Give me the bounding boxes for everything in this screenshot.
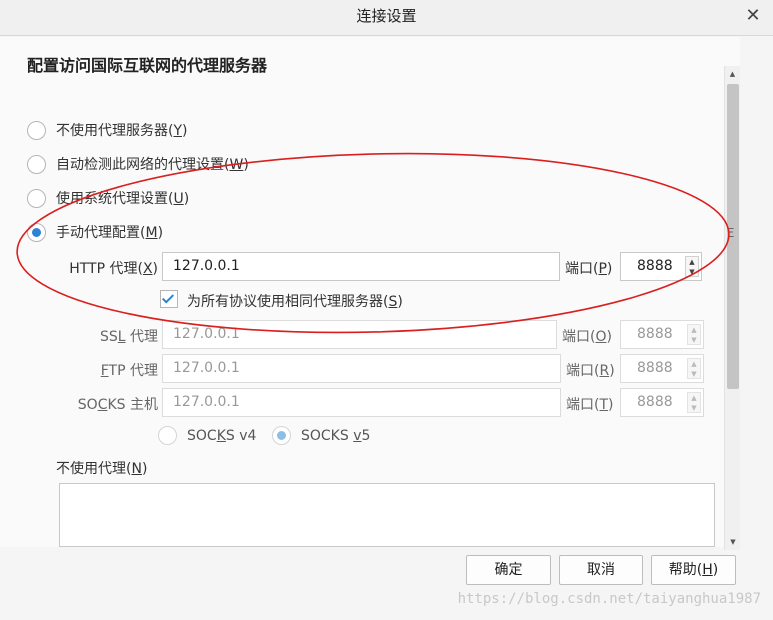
ssl-port-stepper[interactable]: 8888 ▲ ▼ [620,320,704,349]
http-port-label: 端口(P) [565,261,613,277]
arrow-down-icon[interactable]: ▼ [688,335,700,345]
stepper-arrows[interactable]: ▲ ▼ [687,324,701,345]
watermark: https://blog.csdn.net/taiyanghua1987 [457,591,761,607]
arrow-up-icon[interactable]: ▲ [688,393,700,403]
ftp-port-stepper[interactable]: 8888 ▲ ▼ [620,354,704,383]
radio-button[interactable] [158,426,177,445]
radio-button[interactable] [27,154,46,174]
radio-button-selected[interactable] [272,426,291,445]
stepper-arrows[interactable]: ▲ ▼ [685,256,699,277]
socks-host-input[interactable]: 127.0.0.1 [162,388,561,417]
vertical-scrollbar[interactable]: ▲ ▼ [724,66,740,550]
http-proxy-input[interactable]: 127.0.0.1 [162,252,560,281]
http-proxy-label: HTTP 代理(X) [69,261,158,277]
ftp-proxy-input[interactable]: 127.0.0.1 [162,354,561,383]
radio-manual-proxy[interactable]: 手动代理配置(M) [27,222,163,242]
scroll-down-icon[interactable]: ▼ [725,534,741,550]
radio-auto-detect[interactable]: 自动检测此网络的代理设置(W) [27,154,249,174]
ssl-port-label: 端口(O) [562,329,612,345]
radio-button-selected[interactable] [27,222,46,242]
arrow-down-icon[interactable]: ▼ [686,267,698,277]
cancel-button[interactable]: 取消 [559,555,643,585]
radio-button[interactable] [27,188,46,208]
same-proxy-checkbox[interactable] [160,290,178,308]
ok-button[interactable]: 确定 [466,555,551,585]
stepper-arrows[interactable]: ▲ ▼ [687,358,701,379]
ftp-port-label: 端口(R) [566,363,615,379]
menu-icon: Ξ [727,226,735,240]
no-proxy-textarea[interactable] [59,483,715,547]
no-proxy-label: 不使用代理(N) [56,461,148,477]
same-proxy-label: 为所有协议使用相同代理服务器(S) [187,294,403,310]
arrow-up-icon[interactable]: ▲ [686,257,698,267]
section-heading: 配置访问国际互联网的代理服务器 [27,56,268,75]
radio-system-proxy[interactable]: 使用系统代理设置(U) [27,188,189,208]
help-button[interactable]: 帮助(H) [651,555,736,585]
checkmark-icon [161,291,175,304]
arrow-up-icon[interactable]: ▲ [688,325,700,335]
arrow-down-icon[interactable]: ▼ [688,369,700,379]
http-port-stepper[interactable]: 8888 ▲ ▼ [620,252,702,281]
arrow-down-icon[interactable]: ▼ [688,403,700,413]
stepper-arrows[interactable]: ▲ ▼ [687,392,701,413]
socks-host-label: SOCKS 主机 [77,397,158,413]
radio-socks-v4[interactable]: SOCKS v4 [158,426,256,445]
ssl-proxy-label: SSL 代理 [99,329,158,345]
title-bar: 连接设置 ✕ [0,0,773,36]
arrow-up-icon[interactable]: ▲ [688,359,700,369]
socks-port-label: 端口(T) [566,397,614,413]
ftp-proxy-label: FTP 代理 [100,363,158,379]
scroll-up-icon[interactable]: ▲ [725,66,740,82]
ssl-proxy-input[interactable]: 127.0.0.1 [162,320,557,349]
window-title: 连接设置 [356,7,417,25]
radio-no-proxy[interactable]: 不使用代理服务器(Y) [27,120,188,140]
radio-socks-v5[interactable]: SOCKS v5 [272,426,370,445]
socks-port-stepper[interactable]: 8888 ▲ ▼ [620,388,704,417]
radio-button[interactable] [27,120,46,140]
close-icon[interactable]: ✕ [743,6,763,26]
